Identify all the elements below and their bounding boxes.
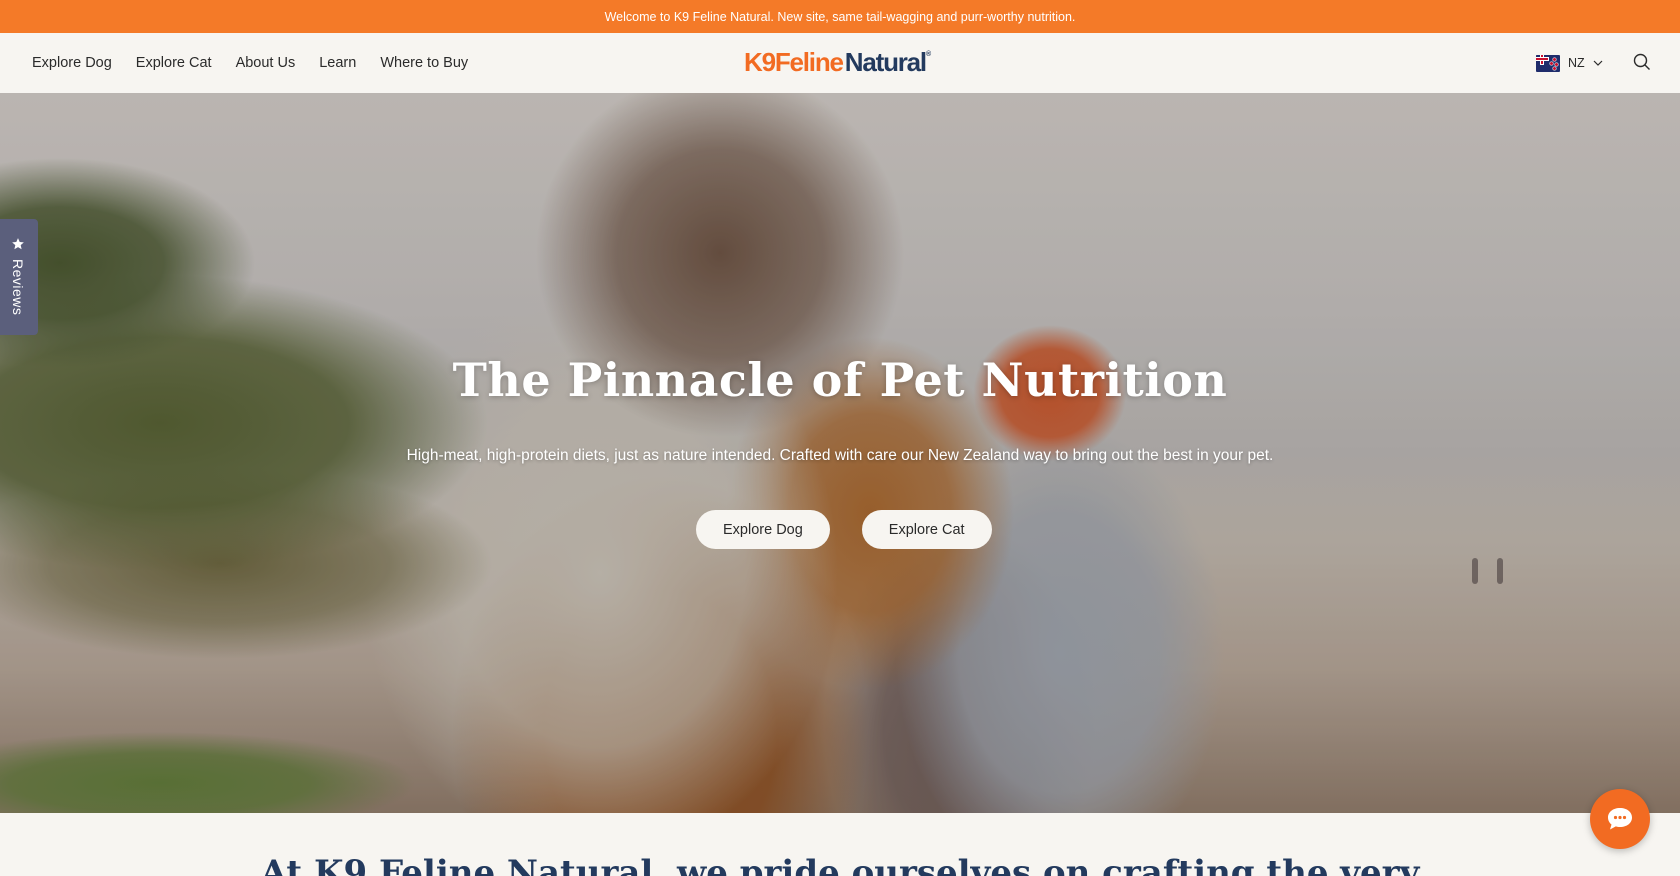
- nav-explore-cat[interactable]: Explore Cat: [136, 55, 212, 71]
- site-logo[interactable]: K9 Feline Natural ®: [744, 47, 931, 79]
- chat-button[interactable]: [1590, 789, 1650, 849]
- nz-flag-icon: [1536, 54, 1560, 72]
- nav-learn[interactable]: Learn: [319, 55, 356, 71]
- nav-where-to-buy[interactable]: Where to Buy: [380, 55, 468, 71]
- explore-dog-button[interactable]: Explore Dog: [696, 510, 830, 549]
- hero-subtitle: High-meat, high-protein diets, just as n…: [406, 447, 1274, 464]
- intro-section: At K9 Feline Natural, we pride ourselves…: [0, 813, 1680, 876]
- nav-explore-dog[interactable]: Explore Dog: [32, 55, 112, 71]
- hero-banner: The Pinnacle of Pet Nutrition High-meat,…: [0, 93, 1680, 813]
- reviews-tab-label: Reviews: [10, 259, 26, 316]
- locale-selector[interactable]: NZ: [1536, 52, 1603, 74]
- main-nav: Explore Dog Explore Cat About Us Learn W…: [32, 33, 468, 93]
- hero-buttons: Explore Dog Explore Cat: [696, 510, 992, 549]
- intro-heading: At K9 Feline Natural, we pride ourselves…: [260, 853, 1420, 876]
- explore-cat-button[interactable]: Explore Cat: [861, 510, 992, 549]
- search-icon[interactable]: [1632, 52, 1652, 72]
- announcement-bar: Welcome to K9 Feline Natural. New site, …: [0, 0, 1680, 33]
- chevron-down-icon: [1593, 60, 1603, 66]
- star-icon: [12, 238, 24, 250]
- chat-icon: [1608, 808, 1632, 830]
- nav-about-us[interactable]: About Us: [236, 55, 296, 71]
- announcement-text: Welcome to K9 Feline Natural. New site, …: [604, 9, 1076, 24]
- hero-title: The Pinnacle of Pet Nutrition: [452, 353, 1228, 407]
- beach-figure: [1472, 558, 1478, 584]
- beach-figure: [1497, 558, 1503, 584]
- reviews-tab[interactable]: Reviews: [0, 219, 38, 335]
- locale-code: NZ: [1568, 56, 1585, 70]
- site-header: Explore Dog Explore Cat About Us Learn W…: [0, 33, 1680, 93]
